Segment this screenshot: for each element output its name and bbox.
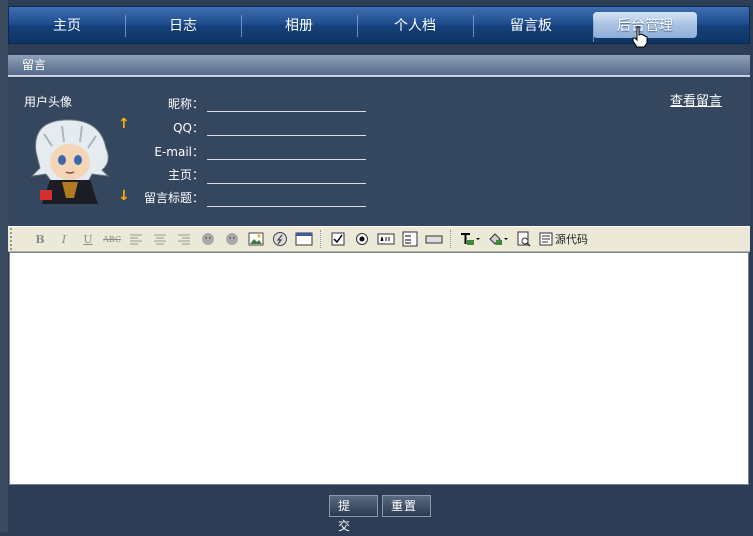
preview-button[interactable] bbox=[515, 230, 533, 248]
section-divider bbox=[8, 75, 750, 77]
insert-checkbox-button[interactable] bbox=[329, 230, 347, 248]
emoticon-2-icon bbox=[226, 233, 238, 245]
window-edge bbox=[0, 0, 8, 532]
italic-button[interactable]: I bbox=[55, 230, 73, 248]
textarea-icon bbox=[402, 231, 418, 247]
insert-image-button[interactable] bbox=[247, 230, 265, 248]
text-color-icon bbox=[461, 233, 480, 245]
emoticon-icon bbox=[202, 233, 214, 245]
align-center-icon bbox=[154, 234, 166, 245]
checkbox-icon bbox=[331, 232, 345, 246]
email-label: E-mail： bbox=[154, 145, 204, 159]
align-center-button[interactable] bbox=[151, 230, 169, 248]
view-messages-link[interactable]: 查看留言 bbox=[670, 90, 722, 109]
align-left-icon bbox=[130, 234, 142, 245]
insert-textarea-button[interactable] bbox=[401, 230, 419, 248]
image-icon bbox=[248, 232, 264, 246]
insert-button-button[interactable] bbox=[425, 230, 443, 248]
message-editor[interactable] bbox=[9, 252, 749, 485]
toolbar-grip[interactable] bbox=[10, 228, 20, 250]
qq-field[interactable] bbox=[207, 135, 366, 136]
email-field[interactable] bbox=[207, 159, 366, 160]
textfield-icon bbox=[377, 233, 395, 245]
flash-icon bbox=[273, 232, 287, 246]
text-color-button[interactable] bbox=[459, 230, 481, 248]
section-title: 留言 bbox=[8, 55, 750, 75]
table-icon bbox=[295, 232, 313, 246]
nav-guestbook[interactable]: 留言板 bbox=[473, 7, 589, 43]
background-color-button[interactable] bbox=[487, 230, 509, 248]
toolbar-separator bbox=[320, 230, 322, 248]
align-right-button[interactable] bbox=[175, 230, 193, 248]
source-code-label: 源代码 bbox=[555, 233, 588, 246]
nav-home[interactable]: 主页 bbox=[9, 7, 125, 43]
align-left-button[interactable] bbox=[127, 230, 145, 248]
nav-profile[interactable]: 个人档 bbox=[357, 7, 473, 43]
nav-blog[interactable]: 日志 bbox=[125, 7, 241, 43]
fill-color-icon bbox=[489, 233, 508, 245]
subject-field[interactable] bbox=[207, 206, 366, 207]
qq-label: QQ： bbox=[173, 121, 204, 135]
nickname-label: 昵称： bbox=[167, 97, 204, 111]
source-code-button[interactable]: 源代码 bbox=[539, 230, 588, 248]
insert-flash-button[interactable] bbox=[271, 230, 289, 248]
message-form: 用户头像 ↑ ↓ 昵称： QQ： E-mail： 主页： 留言标题： 查看留言 bbox=[8, 78, 750, 226]
submit-button[interactable]: 提 交 bbox=[329, 495, 378, 533]
insert-radio-button[interactable] bbox=[353, 230, 371, 248]
radio-icon bbox=[356, 233, 368, 245]
insert-textfield-button[interactable] bbox=[377, 230, 395, 248]
editor-toolbar: B I U ABC 源代码 bbox=[8, 226, 750, 252]
preview-icon bbox=[517, 231, 531, 247]
bold-button[interactable]: B bbox=[31, 230, 49, 248]
emoticon-2-button[interactable] bbox=[223, 230, 241, 248]
toolbar-separator bbox=[450, 230, 452, 248]
nickname-field[interactable] bbox=[207, 111, 366, 112]
reset-button[interactable]: 重置 bbox=[382, 495, 431, 517]
button-icon bbox=[425, 235, 443, 244]
homepage-field[interactable] bbox=[207, 183, 366, 184]
avatar[interactable] bbox=[22, 112, 118, 208]
emoticon-button[interactable] bbox=[199, 230, 217, 248]
align-right-icon bbox=[178, 234, 190, 245]
homepage-label: 主页： bbox=[167, 168, 204, 182]
underline-button[interactable]: U bbox=[79, 230, 97, 248]
nav-album[interactable]: 相册 bbox=[241, 7, 357, 43]
avatar-label: 用户头像 bbox=[24, 95, 73, 109]
source-code-icon bbox=[539, 232, 553, 246]
hand-cursor-icon bbox=[632, 26, 648, 48]
bottom-bar bbox=[8, 486, 750, 532]
insert-table-button[interactable] bbox=[295, 230, 313, 248]
subject-label: 留言标题： bbox=[143, 191, 204, 205]
strikethrough-button[interactable]: ABC bbox=[103, 230, 121, 248]
